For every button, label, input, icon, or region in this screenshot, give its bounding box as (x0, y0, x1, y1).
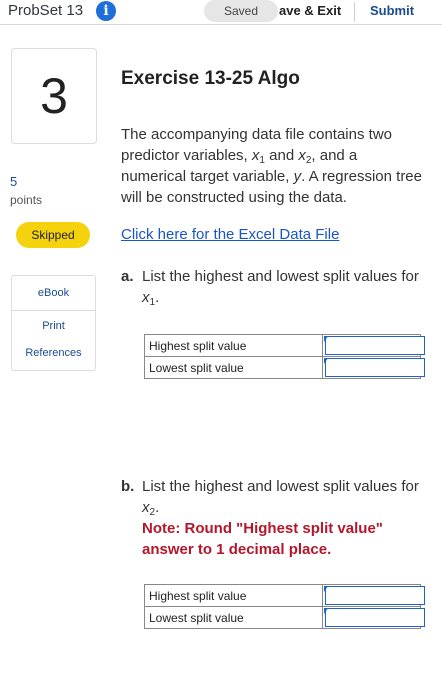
top-bar: ProbSet 13 i Saved ave & Exit Submit (0, 0, 442, 24)
lowest-split-cell (322, 356, 425, 379)
exercise-intro: The accompanying data file contains two … (121, 126, 422, 206)
status-badge: Skipped (16, 222, 90, 248)
lowest-split-label: Lowest split value (144, 356, 323, 379)
part-a-highest-split-input[interactable] (325, 336, 425, 355)
saved-status: Saved (204, 0, 278, 22)
part-b-letter: b. (121, 478, 135, 495)
input-marker-icon (324, 336, 328, 342)
assignment-title: ProbSet 13 (8, 2, 84, 19)
part-b-highest-split-input[interactable] (325, 586, 425, 605)
table-row: Lowest split value (144, 356, 425, 379)
table-row: Highest split value (144, 584, 425, 607)
exercise-title: Exercise 13-25 Algo (121, 68, 300, 89)
header-divider-line (0, 24, 442, 25)
table-row: Highest split value (144, 334, 425, 357)
input-marker-icon (324, 358, 328, 364)
input-marker-icon (324, 608, 328, 614)
points-label: points (10, 193, 43, 207)
input-marker-icon (324, 586, 328, 592)
question-number[interactable]: 3 (11, 48, 97, 144)
references-link[interactable]: References (12, 347, 95, 359)
save-exit-button[interactable]: ave & Exit (279, 3, 341, 18)
highest-split-label: Highest split value (144, 584, 323, 607)
rounding-note: Note: Round "Highest split value" answer… (142, 520, 383, 558)
part-b-lowest-split-input[interactable] (325, 608, 425, 627)
part-a-prompt: a. List the highest and lowest split val… (121, 268, 419, 308)
highest-split-label: Highest split value (144, 334, 323, 357)
part-b-prompt: b. List the highest and lowest split val… (121, 476, 426, 560)
divider (12, 310, 95, 311)
excel-data-file-link[interactable]: Click here for the Excel Data File (121, 226, 339, 243)
lowest-split-cell (322, 606, 425, 629)
part-a-lowest-split-input[interactable] (325, 358, 425, 377)
info-icon[interactable]: i (96, 1, 116, 21)
resource-links: eBook Print References (11, 275, 96, 371)
points-value: 5 (10, 174, 18, 189)
lowest-split-label: Lowest split value (144, 606, 323, 629)
print-link[interactable]: Print (12, 320, 95, 332)
ebook-link[interactable]: eBook (12, 287, 95, 299)
highest-split-cell (322, 334, 425, 357)
highest-split-cell (322, 584, 425, 607)
part-a-answer-table: Highest split value Lowest split value (144, 334, 425, 379)
header-divider (354, 2, 355, 22)
part-b-answer-table: Highest split value Lowest split value (144, 584, 425, 629)
table-row: Lowest split value (144, 606, 425, 629)
part-a-letter: a. (121, 268, 134, 285)
submit-button[interactable]: Submit (370, 3, 414, 18)
